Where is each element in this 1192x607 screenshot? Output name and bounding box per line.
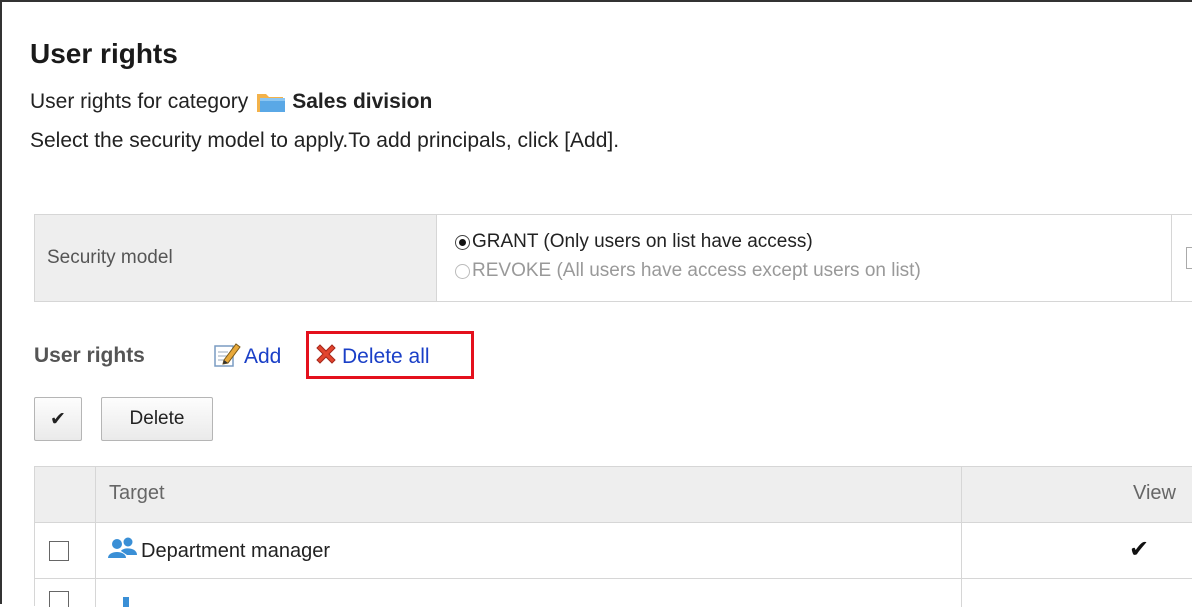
edit-icon [212, 340, 244, 374]
table-header: Target View [35, 467, 1192, 523]
instruction-text: Select the security model to apply.To ad… [30, 129, 620, 152]
table-row: Department manager ✔ [35, 523, 1192, 579]
folder-icon [256, 90, 286, 114]
user-rights-label: User rights [34, 344, 145, 367]
column-divider [1171, 215, 1172, 301]
row-checkbox[interactable] [49, 591, 69, 607]
security-model-options: GRANT (Only users on list have access) R… [437, 215, 1192, 301]
user-icon [123, 597, 129, 607]
category-name: Sales division [292, 90, 433, 113]
grant-radio[interactable] [455, 234, 470, 250]
target-column-header: Target [109, 482, 165, 504]
group-icon [107, 537, 141, 565]
security-model-label: Security model [35, 215, 437, 301]
row-target: Department manager [107, 537, 330, 565]
cropped-control [1186, 247, 1192, 269]
page-title: User rights [30, 38, 178, 69]
add-link[interactable]: Add [212, 340, 281, 374]
view-permission-check: ✔ [1129, 536, 1150, 563]
select-all-button[interactable]: ✔ [34, 397, 82, 441]
revoke-label: REVOKE (All users have access except use… [472, 260, 921, 281]
description-prefix: User rights for category [30, 90, 249, 113]
add-label[interactable]: Add [244, 345, 281, 369]
row-target-name: Department manager [141, 539, 330, 562]
user-rights-table: Target View Department manager ✔ [34, 466, 1192, 607]
row-checkbox[interactable] [49, 541, 69, 561]
security-model-table: Security model GRANT (Only users on list… [34, 214, 1192, 302]
grant-label: GRANT (Only users on list have access) [472, 231, 813, 252]
delete-button[interactable]: Delete [101, 397, 213, 441]
grant-option[interactable]: GRANT (Only users on list have access) [455, 231, 813, 253]
delete-all-label[interactable]: Delete all [342, 345, 430, 369]
view-column-header: View [1133, 482, 1176, 504]
delete-x-icon [314, 342, 342, 372]
delete-all-link[interactable]: Delete all [314, 342, 430, 372]
revoke-radio [455, 263, 470, 279]
revoke-option: REVOKE (All users have access except use… [455, 260, 921, 282]
category-description: User rights for category Sales division [30, 90, 432, 114]
